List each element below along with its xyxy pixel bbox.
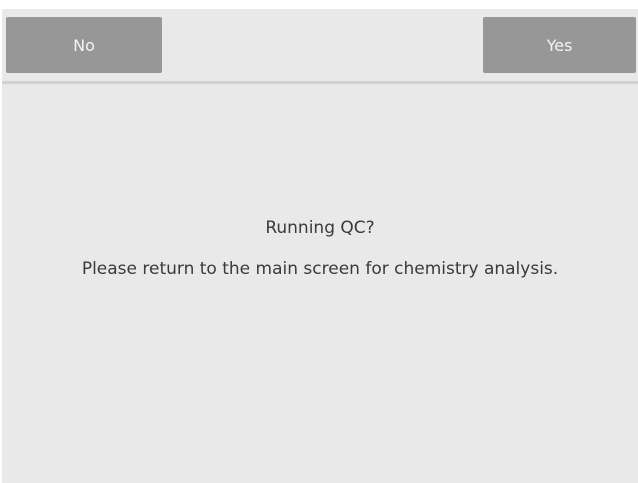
- dialog-title: Running QC?: [265, 218, 375, 238]
- no-button[interactable]: No: [6, 17, 162, 73]
- screen: No Yes Running QC? Please return to the …: [0, 0, 638, 483]
- yes-button[interactable]: Yes: [483, 17, 636, 73]
- message-area: Running QC? Please return to the main sc…: [2, 84, 638, 483]
- dialog-message: Please return to the main screen for che…: [81, 259, 559, 279]
- button-bar: No Yes: [2, 9, 638, 81]
- dialog-panel: No Yes Running QC? Please return to the …: [2, 9, 638, 483]
